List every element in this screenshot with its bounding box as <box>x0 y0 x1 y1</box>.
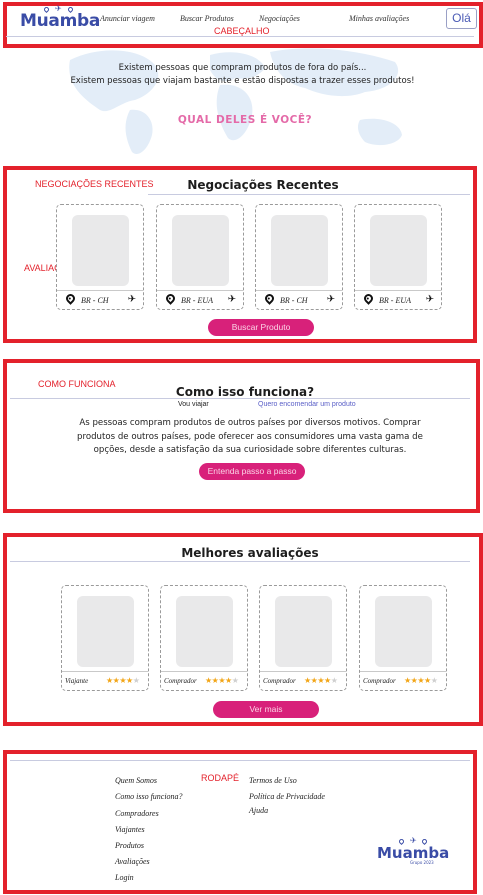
recent-divider <box>148 194 470 195</box>
card-footer: Comprador ★★★★★ <box>161 671 247 691</box>
product-image-placeholder <box>271 215 328 286</box>
location-pin-icon <box>263 292 276 305</box>
card-footer: BR - EUA ✈ <box>157 290 243 310</box>
footer-region-outline <box>3 750 477 894</box>
footer-link-avaliacoes[interactable]: Avaliações <box>115 857 150 866</box>
reviewer-image-placeholder <box>176 596 233 667</box>
plane-icon: ✈ <box>425 294 434 305</box>
reviewer-image-placeholder <box>375 596 432 667</box>
hero-text: Existem pessoas que compram produtos de … <box>60 62 425 88</box>
location-pin-icon <box>362 292 375 305</box>
review-card[interactable]: Viajante ★★★★★ <box>61 585 149 691</box>
reviewer-role: Comprador <box>164 677 197 685</box>
tab-quero-encomendar[interactable]: Quero encomendar um produto <box>258 401 356 408</box>
nav-negociacoes[interactable]: Negociações <box>259 14 300 23</box>
footer-link-viajantes[interactable]: Viajantes <box>115 825 145 834</box>
how-region-label: COMO FUNCIONA <box>38 379 116 389</box>
entenda-passo-a-passo-button[interactable]: Entenda passo a passo <box>199 463 305 480</box>
review-card[interactable]: Comprador ★★★★★ <box>259 585 347 691</box>
buscar-produto-button[interactable]: Buscar Produto <box>208 319 314 336</box>
review-card[interactable]: Comprador ★★★★★ <box>359 585 447 691</box>
footer-link-login[interactable]: Login <box>115 873 134 882</box>
footer-link-como-funciona[interactable]: Como isso funciona? <box>115 792 183 801</box>
reviewer-image-placeholder <box>275 596 332 667</box>
footer-logo-subtitle: Grupo 2023 <box>410 860 434 865</box>
how-divider <box>10 398 470 399</box>
hero-line-2: Existem pessoas que viajam bastante e es… <box>70 76 415 86</box>
reviewer-image-placeholder <box>77 596 134 667</box>
best-divider <box>10 561 470 562</box>
recent-title: Negociações Recentes <box>187 178 339 192</box>
card-footer: Comprador ★★★★★ <box>260 671 346 691</box>
header-divider <box>6 36 474 37</box>
route-label: BR - EUA <box>181 296 213 305</box>
footer-link-ajuda[interactable]: Ajuda <box>249 806 268 815</box>
card-footer: BR - CH ✈ <box>256 290 342 310</box>
plane-icon: ✈ <box>127 294 136 305</box>
route-label: BR - CH <box>81 296 109 305</box>
star-rating: ★★★★★ <box>304 676 338 685</box>
logo-text: Muamba <box>20 11 101 31</box>
card-footer: Comprador ★★★★★ <box>360 671 446 691</box>
reviewer-role: Comprador <box>263 677 296 685</box>
footer-link-termos[interactable]: Termos de Uso <box>249 776 297 785</box>
plane-icon: ✈ <box>326 294 335 305</box>
footer-link-privacidade[interactable]: Política de Privacidade <box>249 792 325 801</box>
recent-region-label: NEGOCIAÇÕES RECENTES <box>35 179 154 189</box>
card-footer: BR - EUA ✈ <box>355 290 441 310</box>
footer-link-produtos[interactable]: Produtos <box>115 841 144 850</box>
negotiation-card[interactable]: BR - EUA ✈ <box>354 204 442 310</box>
how-title: Como isso funciona? <box>175 385 315 399</box>
route-label: BR - CH <box>280 296 308 305</box>
review-card[interactable]: Comprador ★★★★★ <box>160 585 248 691</box>
star-rating: ★★★★★ <box>404 676 438 685</box>
footer-link-compradores[interactable]: Compradores <box>115 809 159 818</box>
ver-mais-button[interactable]: Ver mais <box>213 701 319 718</box>
star-rating: ★★★★★ <box>106 676 140 685</box>
product-image-placeholder <box>72 215 129 286</box>
user-greeting-button[interactable]: Olá <box>446 8 477 29</box>
star-rating: ★★★★★ <box>205 676 239 685</box>
hero-line-1: Existem pessoas que compram produtos de … <box>118 63 367 73</box>
card-footer: Viajante ★★★★★ <box>62 671 148 691</box>
reviewer-role: Viajante <box>65 677 89 685</box>
plane-icon: ✈ <box>227 294 236 305</box>
how-description: As pessoas compram produtos de outros pa… <box>77 418 423 455</box>
best-title: Melhores avaliações <box>181 546 319 560</box>
negotiation-card[interactable]: BR - CH ✈ <box>56 204 144 310</box>
footer-link-quem-somos[interactable]: Quem Somos <box>115 776 157 785</box>
negotiation-card[interactable]: BR - EUA ✈ <box>156 204 244 310</box>
location-pin-icon <box>64 292 77 305</box>
footer-divider <box>10 760 470 761</box>
card-footer: BR - CH ✈ <box>57 290 143 310</box>
route-label: BR - EUA <box>379 296 411 305</box>
location-pin-icon <box>164 292 177 305</box>
header-region-label: CABEÇALHO <box>214 26 270 36</box>
footer-region-label: RODAPÉ <box>201 773 240 783</box>
tab-vou-viajar[interactable]: Vou viajar <box>178 401 209 408</box>
hero-question: QUAL DELES É VOCÊ? <box>177 114 313 126</box>
world-map-background <box>69 48 402 155</box>
negotiation-card[interactable]: BR - CH ✈ <box>255 204 343 310</box>
nav-anunciar-viagem[interactable]: Anunciar viagem <box>100 14 155 23</box>
nav-minhas-avaliacoes[interactable]: Minhas avaliações <box>349 14 409 23</box>
nav-buscar-produtos[interactable]: Buscar Produtos <box>180 14 234 23</box>
reviewer-role: Comprador <box>363 677 396 685</box>
product-image-placeholder <box>370 215 427 286</box>
product-image-placeholder <box>172 215 229 286</box>
